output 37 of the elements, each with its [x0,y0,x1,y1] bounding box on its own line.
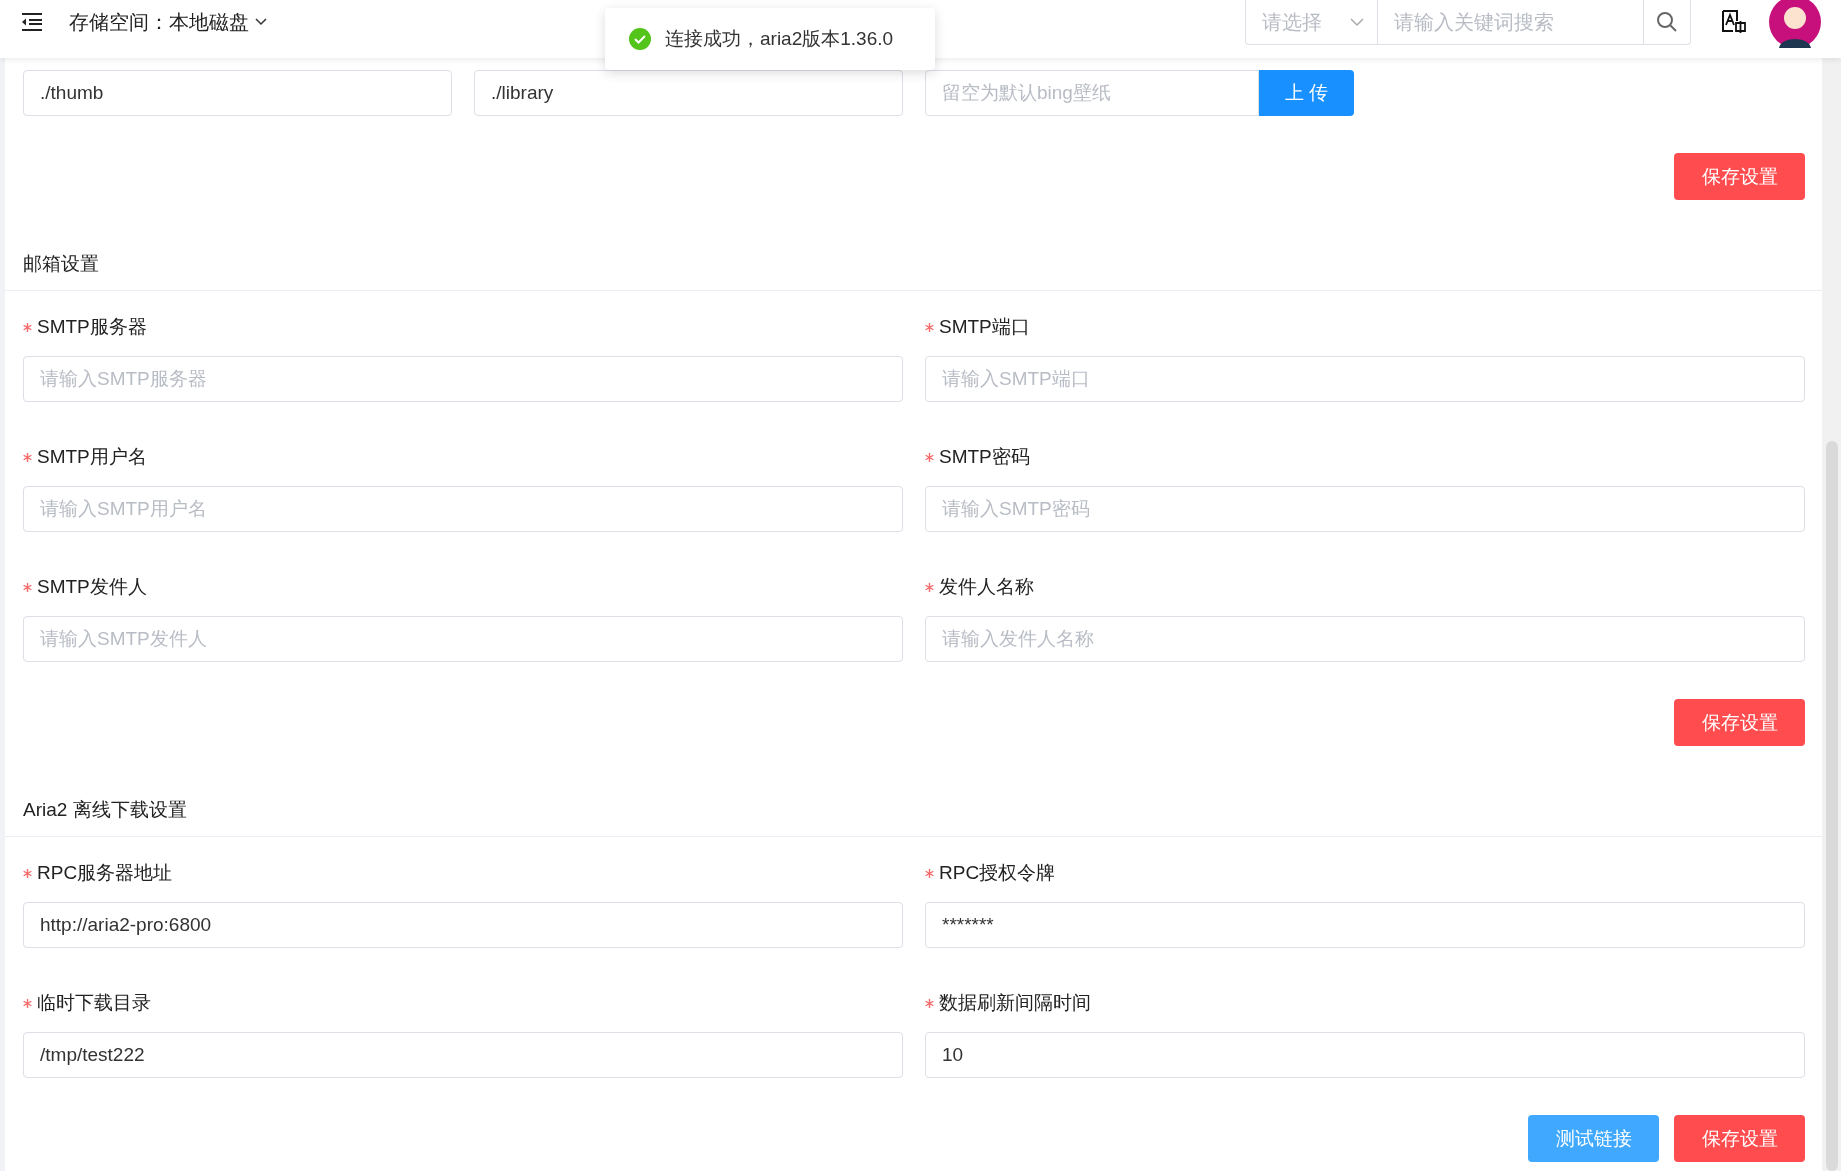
field-label: 临时下载目录 [37,991,151,1015]
menu-icon[interactable] [20,12,44,32]
section-title: Aria2 离线下载设置 [5,796,1822,837]
input-field[interactable]: http://aria2-pro:6800 [23,902,903,948]
field-label: 发件人名称 [939,575,1034,599]
input-field[interactable]: 请输入SMTP密码 [925,486,1805,532]
field-label: SMTP密码 [939,445,1030,469]
input-field[interactable]: 请输入SMTP发件人 [23,616,903,662]
input-field[interactable]: ./library [474,70,903,116]
input-field[interactable]: 请输入发件人名称 [925,616,1805,662]
search-button[interactable] [1644,0,1691,45]
field-label: SMTP端口 [939,315,1030,339]
field-label: RPC服务器地址 [37,861,173,885]
caret-icon [1350,18,1364,27]
storage-dropdown[interactable]: 存储空间：本地磁盘 [69,8,267,36]
search-field[interactable]: 请输入关键词搜索 [1378,0,1644,45]
input-field[interactable]: 10 [925,1032,1805,1078]
field-label: SMTP发件人 [37,575,147,599]
input-field[interactable]: ./thumb [23,70,452,116]
avatar[interactable] [1769,0,1821,48]
field-label: SMTP服务器 [37,315,147,339]
success-icon [629,28,651,50]
caret-icon [255,18,267,26]
input-field[interactable]: 请输入SMTP用户名 [23,486,903,532]
toast-text: 连接成功，aria2版本1.36.0 [665,27,894,51]
input-field[interactable]: 请输入SMTP端口 [925,356,1805,402]
select-field[interactable]: 请选择 [1245,0,1378,45]
input-field[interactable]: 请输入SMTP服务器 [23,356,903,402]
section-title: 邮箱设置 [5,250,1822,291]
input-field[interactable]: /tmp/test222 [23,1032,903,1078]
field-label: SMTP用户名 [37,445,147,469]
field-label: 数据刷新间隔时间 [939,991,1091,1015]
input-field[interactable]: 留空为默认bing壁纸 [925,70,1259,116]
search-icon [1656,11,1678,33]
input-field[interactable]: ******* [925,902,1805,948]
field-label: RPC授权令牌 [939,861,1056,885]
translate-icon[interactable] [1721,9,1747,35]
